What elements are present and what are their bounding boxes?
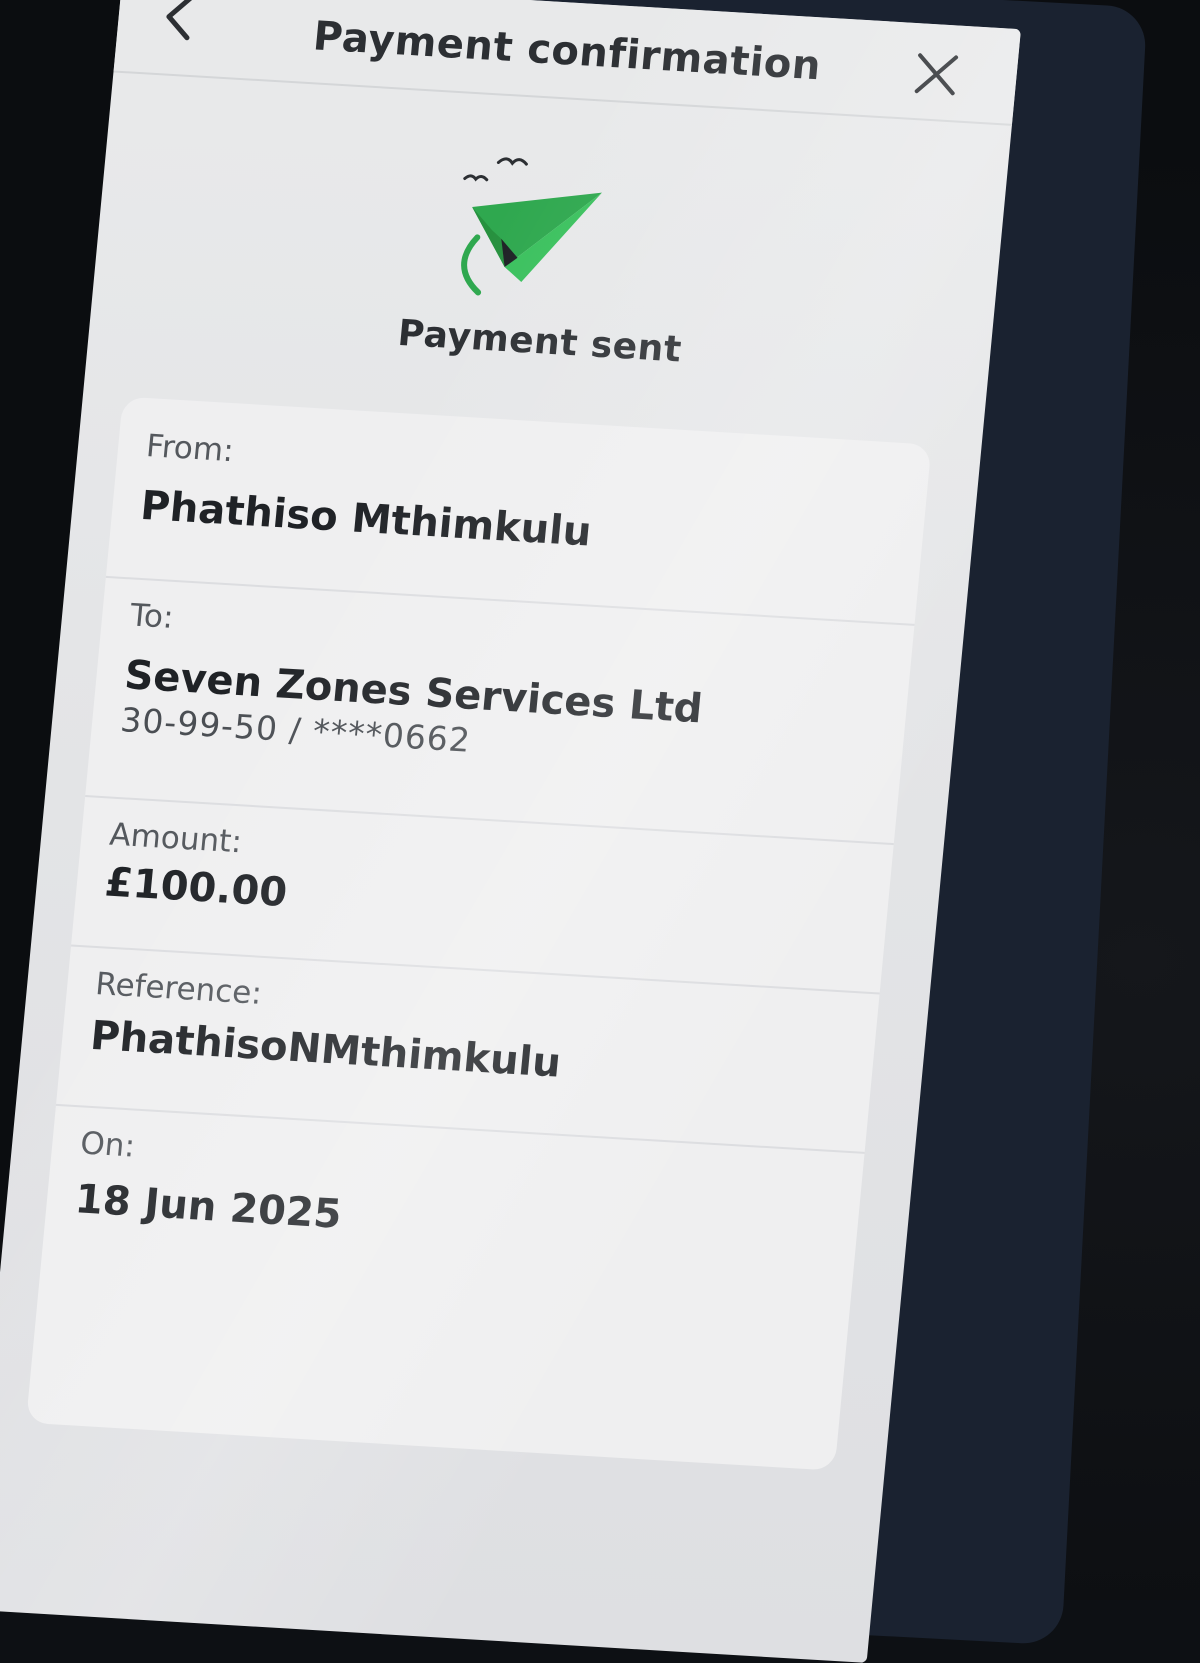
from-row: From: Phathiso Mthimkulu — [105, 426, 929, 626]
phone-screen: Payment confirmation Payment sent From: … — [0, 0, 1021, 1663]
close-icon — [914, 53, 959, 96]
payment-details-card: From: Phathiso Mthimkulu To: Seven Zones… — [25, 396, 932, 1471]
to-row: To: Seven Zones Services Ltd 30-99-50 / … — [85, 595, 913, 846]
status-hero: Payment sent — [85, 115, 1008, 427]
reference-row: Reference: PhathisoNMthimkulu — [55, 964, 878, 1154]
date-row: On: 18 Jun 2025 — [40, 1124, 863, 1321]
amount-row: Amount: £100.00 — [70, 814, 892, 995]
paper-plane-icon — [461, 157, 602, 296]
close-button[interactable] — [906, 45, 967, 104]
status-text: Payment sent — [395, 312, 684, 371]
